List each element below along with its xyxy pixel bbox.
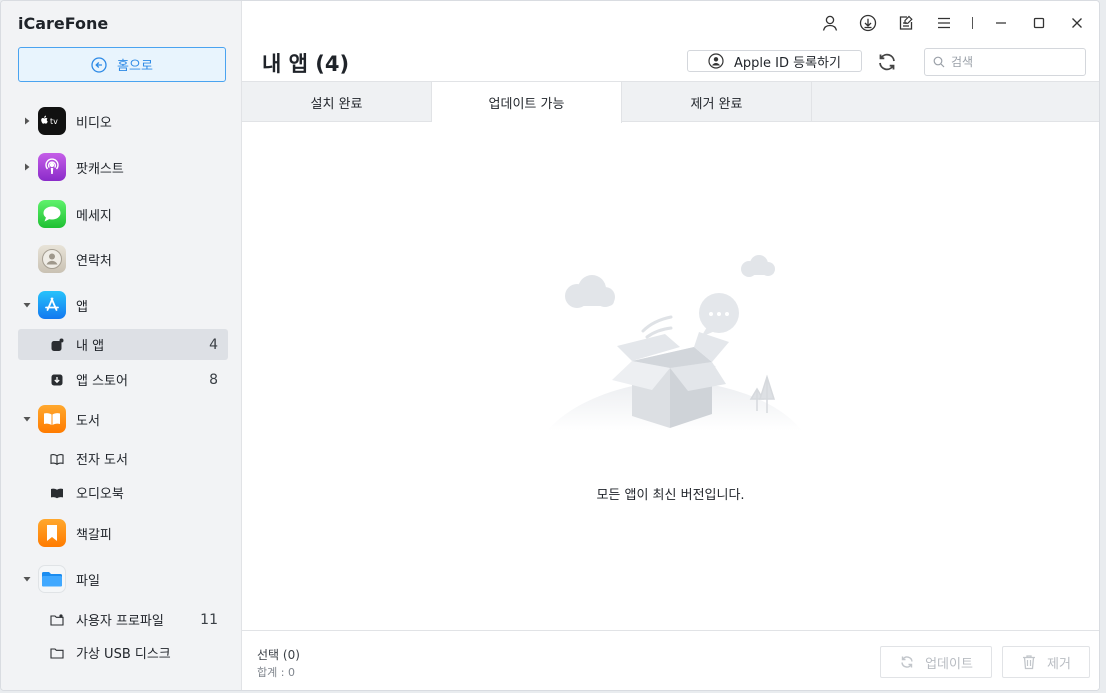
my-apps-icon	[51, 338, 64, 351]
app-store-icon	[38, 291, 66, 319]
sidebar-label: 내 앱	[76, 339, 105, 354]
sidebar-item-virtual-usb[interactable]: 가상 USB 디스크	[18, 637, 228, 668]
page-title: 내 앱 (4)	[262, 52, 350, 76]
maximize-icon[interactable]	[1029, 13, 1049, 33]
sidebar-item-apps[interactable]: 앱	[1, 287, 241, 323]
selection-count: 선택 (0)	[257, 648, 300, 662]
toolbar-divider	[972, 17, 973, 29]
files-folder-icon	[38, 565, 66, 593]
apple-tv-icon: tv	[38, 107, 66, 135]
folder-icon	[50, 647, 64, 659]
sidebar: iCareFone 홈으로 tv 비디오 팟캐스트 메세지 연락처 앱 내 앱 …	[1, 1, 242, 690]
sidebar-item-files[interactable]: 파일	[1, 561, 241, 597]
main-panel: 내 앱 (4) Apple ID 등록하기 설치 완료 업데이트 가능 제거 완…	[242, 1, 1099, 690]
caret-down-icon[interactable]	[23, 415, 31, 423]
sidebar-label: 도서	[76, 413, 100, 429]
sidebar-label: 연락처	[76, 253, 112, 269]
profile-folder-icon	[50, 613, 64, 626]
item-count: 4	[209, 336, 218, 353]
minimize-icon[interactable]	[991, 13, 1011, 33]
update-button[interactable]: 업데이트	[880, 646, 992, 678]
feedback-icon[interactable]	[896, 13, 916, 33]
search-icon	[933, 56, 945, 68]
close-icon[interactable]	[1067, 13, 1087, 33]
window-toolbar	[802, 13, 1087, 33]
sidebar-item-app-store[interactable]: 앱 스토어 8	[18, 364, 228, 395]
home-label: 홈으로	[117, 59, 153, 74]
books-icon	[38, 405, 66, 433]
open-book-icon	[50, 453, 64, 465]
sidebar-label: 전자 도서	[76, 453, 128, 468]
svg-text:tv: tv	[50, 117, 58, 126]
tab-updatable[interactable]: 업데이트 가능	[432, 82, 622, 123]
apple-id-signin-button[interactable]: Apple ID 등록하기	[687, 50, 862, 72]
trash-icon	[1023, 655, 1036, 670]
caret-down-icon[interactable]	[23, 575, 31, 583]
sidebar-label: 비디오	[76, 115, 112, 131]
sidebar-item-ebooks[interactable]: 전자 도서	[18, 443, 228, 474]
audiobook-icon	[51, 488, 63, 498]
remove-button[interactable]: 제거	[1002, 646, 1090, 678]
empty-box-illustration	[547, 255, 802, 431]
sidebar-item-user-profiles[interactable]: 사용자 프로파일 11	[18, 604, 228, 635]
sidebar-label: 앱 스토어	[76, 374, 128, 389]
caret-down-icon[interactable]	[23, 301, 31, 309]
sidebar-label: 메세지	[76, 208, 112, 224]
menu-icon[interactable]	[934, 13, 954, 33]
app-window: iCareFone 홈으로 tv 비디오 팟캐스트 메세지 연락처 앱 내 앱 …	[0, 0, 1100, 691]
sidebar-label: 파일	[76, 573, 100, 589]
sidebar-label: 책갈피	[76, 527, 112, 543]
footer-bar: 선택 (0) 합계 : 0 업데이트 제거	[242, 630, 1099, 690]
caret-right-icon[interactable]	[23, 163, 31, 171]
sidebar-item-bookmarks[interactable]: 책갈피	[1, 515, 241, 551]
sidebar-label: 앱	[76, 299, 88, 315]
account-icon[interactable]	[820, 13, 840, 33]
podcasts-icon	[38, 153, 66, 181]
item-count: 11	[200, 611, 218, 628]
contacts-icon	[38, 245, 66, 273]
sidebar-label: 사용자 프로파일	[76, 614, 164, 629]
remove-label: 제거	[1047, 656, 1071, 672]
sidebar-item-podcasts[interactable]: 팟캐스트	[1, 149, 241, 185]
update-label: 업데이트	[925, 656, 973, 672]
sidebar-label: 오디오북	[76, 487, 124, 502]
download-box-icon	[51, 374, 63, 385]
sidebar-item-books[interactable]: 도서	[1, 401, 241, 437]
bookmark-icon	[38, 519, 66, 547]
download-icon[interactable]	[858, 13, 878, 33]
home-button[interactable]: 홈으로	[18, 47, 226, 82]
apple-id-label: Apple ID 등록하기	[734, 55, 841, 71]
empty-state-message: 모든 앱이 최신 버전입니다.	[596, 488, 745, 503]
sidebar-item-audiobooks[interactable]: 오디오북	[18, 477, 228, 508]
search-input[interactable]	[951, 55, 1081, 69]
messages-icon	[38, 200, 66, 228]
sidebar-label: 팟캐스트	[76, 161, 124, 177]
user-circle-icon	[708, 53, 724, 69]
sidebar-item-contacts[interactable]: 연락처	[1, 241, 241, 277]
sidebar-item-messages[interactable]: 메세지	[1, 196, 241, 232]
item-count: 8	[209, 371, 218, 388]
app-title: iCareFone	[18, 14, 109, 33]
caret-right-icon[interactable]	[23, 117, 31, 125]
sidebar-label: 가상 USB 디스크	[76, 647, 171, 662]
sidebar-item-my-apps[interactable]: 내 앱 4	[18, 329, 228, 360]
refresh-icon	[901, 656, 913, 668]
sidebar-item-video[interactable]: tv 비디오	[1, 103, 241, 139]
tab-installed[interactable]: 설치 완료	[242, 82, 432, 122]
tab-removed[interactable]: 제거 완료	[622, 82, 812, 122]
tab-bar: 설치 완료 업데이트 가능 제거 완료	[242, 81, 1099, 123]
refresh-icon[interactable]	[876, 51, 898, 73]
search-box[interactable]	[924, 48, 1086, 76]
total-count: 합계 : 0	[257, 666, 295, 679]
back-arrow-icon	[91, 56, 107, 73]
